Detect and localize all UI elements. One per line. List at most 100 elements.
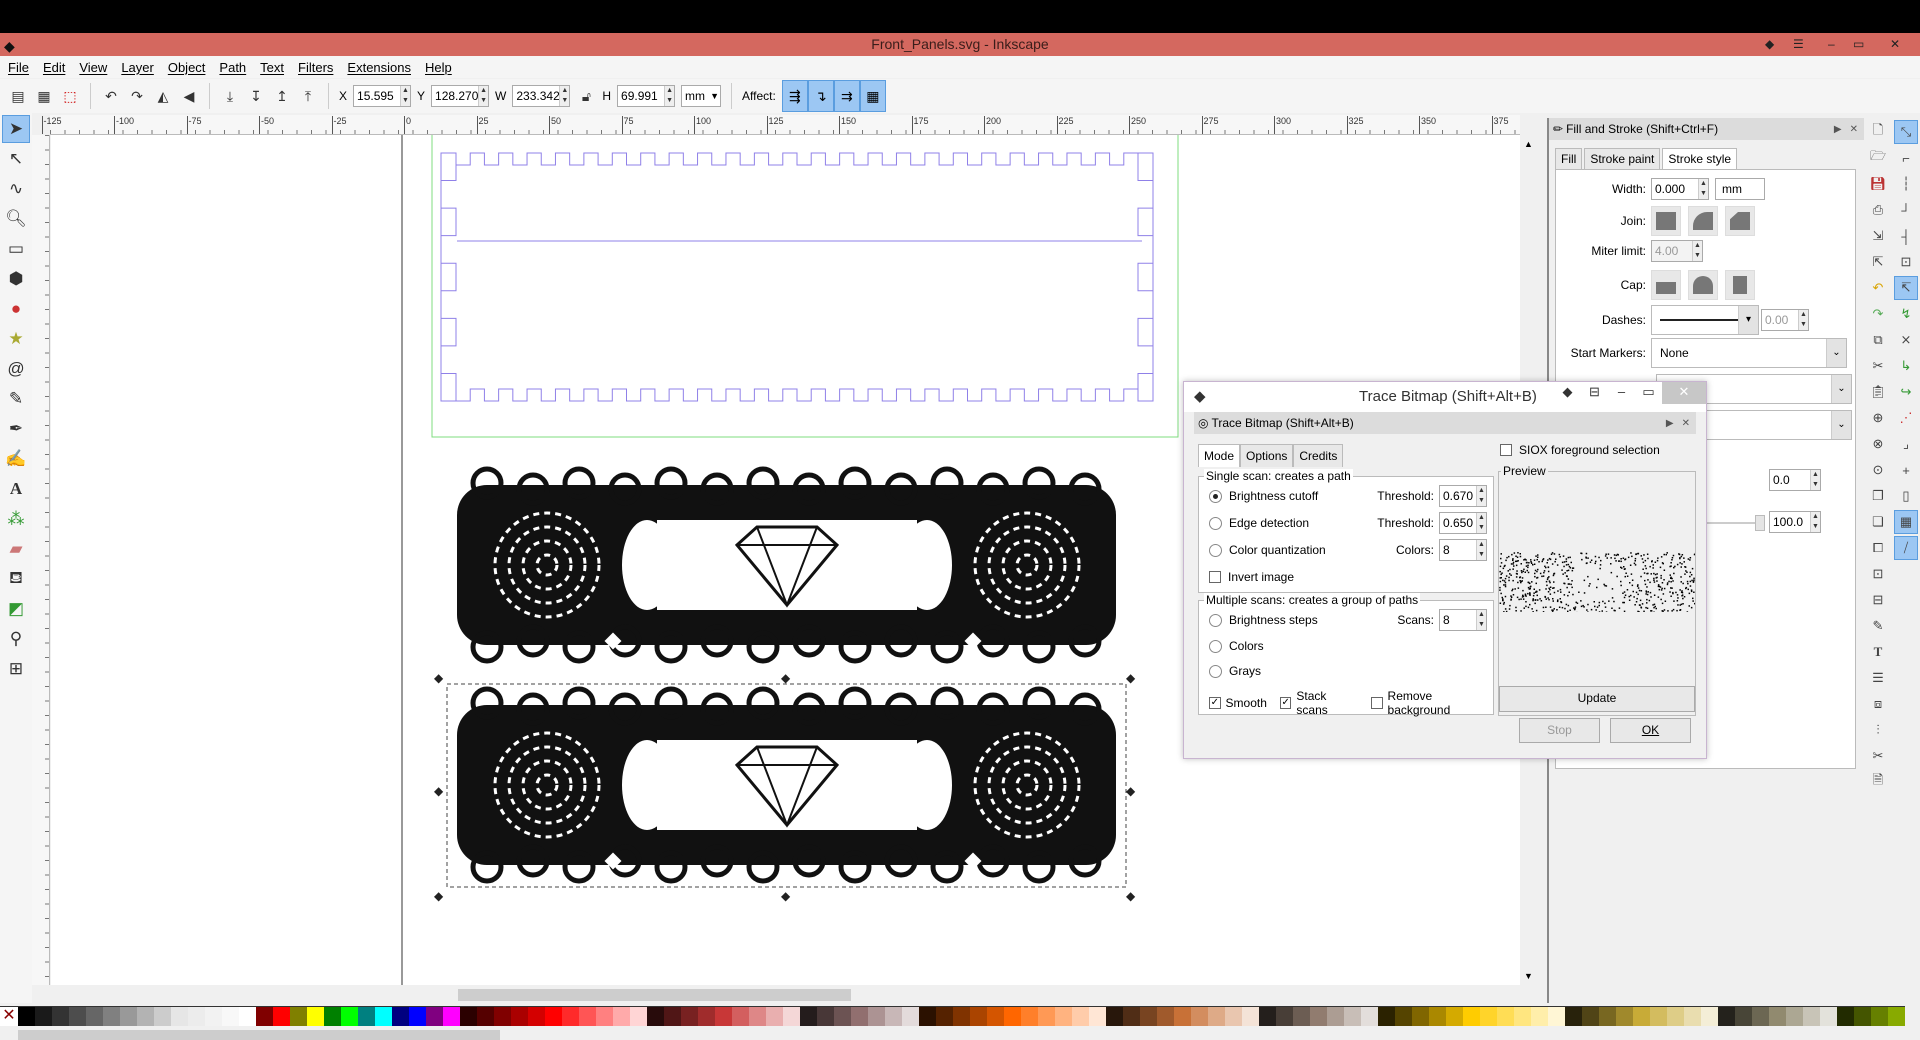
- w-input[interactable]: [513, 89, 560, 103]
- w-field[interactable]: ▲▼: [512, 85, 571, 107]
- menu-icon[interactable]: ☰: [1793, 33, 1804, 56]
- preferences-icon[interactable]: ✂: [1866, 744, 1890, 768]
- blur-input[interactable]: [1770, 473, 1810, 487]
- menu-extensions[interactable]: Extensions: [347, 60, 411, 75]
- color-swatch[interactable]: [1701, 1007, 1718, 1026]
- color-swatch[interactable]: [1157, 1007, 1174, 1026]
- color-swatch[interactable]: [460, 1007, 477, 1026]
- color-swatch[interactable]: [613, 1007, 630, 1026]
- colors-stepper[interactable]: ▲ ▼: [1476, 540, 1486, 560]
- h-field[interactable]: ▲▼: [617, 85, 676, 107]
- miter-join-button[interactable]: [1651, 206, 1681, 236]
- color-swatch[interactable]: [868, 1007, 885, 1026]
- color-swatch[interactable]: [341, 1007, 358, 1026]
- paint-bucket-tool[interactable]: ⛾: [2, 565, 30, 593]
- butt-cap-button[interactable]: [1651, 270, 1681, 300]
- snap-intersections-icon[interactable]: ⨯: [1894, 328, 1918, 352]
- print-icon[interactable]: ⎙: [1866, 198, 1890, 222]
- tab-stroke-paint[interactable]: Stroke paint: [1584, 148, 1661, 169]
- resize-handle[interactable]: ◆: [1126, 889, 1136, 903]
- color-swatch[interactable]: [69, 1007, 86, 1026]
- color-swatch[interactable]: [511, 1007, 528, 1026]
- flip-horizontal-icon[interactable]: ◭: [153, 86, 173, 106]
- color-swatch[interactable]: [120, 1007, 137, 1026]
- color-swatch[interactable]: [1616, 1007, 1633, 1026]
- color-swatch[interactable]: [562, 1007, 579, 1026]
- pencil-tool[interactable]: ✎: [2, 385, 30, 413]
- color-swatch[interactable]: [1412, 1007, 1429, 1026]
- tab-stroke-style[interactable]: Stroke style: [1662, 148, 1738, 169]
- blur-spin[interactable]: ▲▼: [1769, 469, 1821, 491]
- maximize-button[interactable]: ▭: [1853, 33, 1864, 56]
- color-swatch[interactable]: [545, 1007, 562, 1026]
- color-swatch[interactable]: [188, 1007, 205, 1026]
- save-icon[interactable]: 💾︎: [1866, 172, 1890, 196]
- color-swatch[interactable]: [1667, 1007, 1684, 1026]
- brightness-threshold-input[interactable]: [1440, 489, 1476, 503]
- text-tool[interactable]: A: [2, 475, 30, 503]
- color-swatch[interactable]: [919, 1007, 936, 1026]
- snap-bbox-icon[interactable]: ⌐: [1894, 146, 1918, 170]
- color-swatch[interactable]: [18, 1007, 35, 1026]
- rectangle-tool[interactable]: ▭: [2, 235, 30, 263]
- raise-icon[interactable]: ↥: [272, 86, 292, 106]
- zoom-tool[interactable]: 🔍︎: [2, 205, 30, 233]
- color-swatch[interactable]: [1497, 1007, 1514, 1026]
- menu-path[interactable]: Path: [219, 60, 246, 75]
- menu-view[interactable]: View: [79, 60, 107, 75]
- resize-handle[interactable]: ◆: [434, 889, 444, 903]
- color-swatch[interactable]: [953, 1007, 970, 1026]
- minimize-button[interactable]: –: [1608, 382, 1635, 404]
- x-input[interactable]: [354, 89, 401, 103]
- panel-close-button[interactable]: ✕: [1682, 418, 1690, 429]
- color-swatch[interactable]: [579, 1007, 596, 1026]
- snap-object-centers-icon[interactable]: ⌟: [1894, 432, 1918, 456]
- dashes-select[interactable]: ▾: [1651, 305, 1759, 335]
- rotate-ccw-icon[interactable]: ↶: [101, 86, 121, 106]
- color-swatch[interactable]: [664, 1007, 681, 1026]
- color-swatch[interactable]: [1395, 1007, 1412, 1026]
- snap-page-border-icon[interactable]: ▯: [1894, 484, 1918, 508]
- color-swatch[interactable]: [885, 1007, 902, 1026]
- width-field[interactable]: ▲▼: [1651, 178, 1709, 200]
- scale-stroke-toggle[interactable]: ⇶: [781, 80, 808, 112]
- color-swatch[interactable]: [1531, 1007, 1548, 1026]
- round-cap-button[interactable]: [1688, 270, 1718, 300]
- tweak-tool[interactable]: ∿: [2, 175, 30, 203]
- opacity-slider[interactable]: [1699, 515, 1765, 531]
- color-swatch[interactable]: [443, 1007, 460, 1026]
- color-swatch[interactable]: [630, 1007, 647, 1026]
- color-swatch[interactable]: [1633, 1007, 1650, 1026]
- blur-stepper[interactable]: ▲ ▼: [1810, 470, 1820, 490]
- color-swatch[interactable]: [987, 1007, 1004, 1026]
- no-paint-swatch[interactable]: ✕: [0, 1007, 18, 1026]
- w-stepper[interactable]: ▲ ▼: [559, 86, 570, 106]
- color-swatch[interactable]: [1072, 1007, 1089, 1026]
- width-input[interactable]: [1652, 182, 1698, 196]
- node-tool[interactable]: ↖: [2, 145, 30, 173]
- miter-stepper[interactable]: ▲ ▼: [1692, 241, 1702, 261]
- dash-offset-stepper[interactable]: ▲ ▼: [1798, 310, 1808, 330]
- menu-layer[interactable]: Layer: [121, 60, 154, 75]
- smooth-checkbox[interactable]: ✓: [1209, 697, 1221, 709]
- snap-grids-icon[interactable]: ▦: [1894, 510, 1918, 534]
- color-quantization-radio[interactable]: Color quantization: [1209, 543, 1326, 557]
- copy-icon[interactable]: ⧉: [1866, 328, 1890, 352]
- color-swatch[interactable]: [1463, 1007, 1480, 1026]
- update-button[interactable]: Update: [1499, 686, 1695, 712]
- snap-rotation-center-icon[interactable]: +: [1894, 458, 1918, 482]
- color-swatch[interactable]: [1565, 1007, 1582, 1026]
- close-button[interactable]: ✕: [1890, 33, 1900, 56]
- fill-stroke-icon[interactable]: ✎: [1866, 614, 1890, 638]
- import-icon[interactable]: ⇲: [1866, 224, 1890, 248]
- color-swatch[interactable]: [681, 1007, 698, 1026]
- color-swatch[interactable]: [834, 1007, 851, 1026]
- color-swatch[interactable]: [1429, 1007, 1446, 1026]
- color-swatch[interactable]: [1684, 1007, 1701, 1026]
- color-swatch[interactable]: [1786, 1007, 1803, 1026]
- color-swatch[interactable]: [1599, 1007, 1616, 1026]
- menu-help[interactable]: Help: [425, 60, 452, 75]
- color-swatch[interactable]: [392, 1007, 409, 1026]
- new-document-icon[interactable]: 🗋︎: [1866, 120, 1890, 144]
- color-swatch[interactable]: [273, 1007, 290, 1026]
